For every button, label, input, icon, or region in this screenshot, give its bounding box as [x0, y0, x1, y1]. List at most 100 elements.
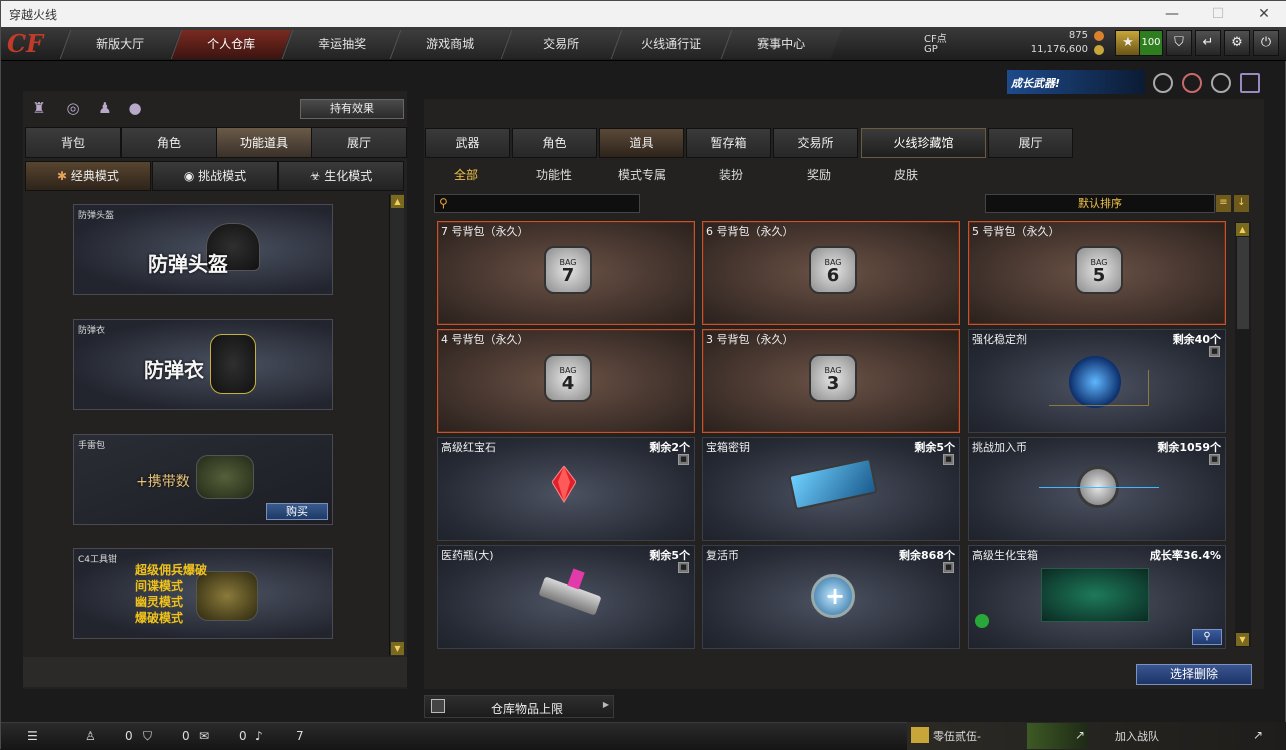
item-card[interactable]: 挑战加入币 剩余1059个 ■ [968, 437, 1226, 541]
gear-icon[interactable]: ⚙ [1224, 30, 1250, 56]
speaker-icon[interactable]: ♪ [255, 729, 263, 743]
item-card[interactable]: 复活币 剩余868个 ■ + [702, 545, 960, 649]
menu-icon[interactable]: ☰ [27, 729, 38, 743]
challenge-icon: ◉ [183, 169, 199, 183]
search-input[interactable]: ⚲ [434, 194, 640, 213]
target-icon[interactable] [1182, 73, 1202, 93]
lock-icon[interactable]: ■ [943, 454, 954, 465]
switch-icon[interactable]: ↵ [1195, 30, 1221, 56]
item-card[interactable]: 4 号背包（永久） BAG 4 [437, 329, 695, 433]
left-footer [23, 657, 407, 687]
close-button[interactable]: ✕ [1241, 1, 1286, 27]
tab-backpack[interactable]: 背包 [25, 127, 121, 158]
team-link-icon[interactable]: ↗ [1075, 728, 1085, 742]
tab-characters[interactable]: 角色 [512, 128, 597, 158]
helmet-card[interactable]: 防弹头盔 防弹头盔 [73, 204, 333, 295]
item-card[interactable]: 5 号背包（永久） BAG 5 [968, 221, 1226, 325]
item-card[interactable]: 3 号背包（永久） BAG 3 [702, 329, 960, 433]
item-card[interactable]: 强化稳定剂 剩余40个 ■ [968, 329, 1226, 433]
subtab-decoration[interactable]: 装扮 [719, 166, 743, 183]
search-icon: ⚲ [439, 196, 448, 210]
external-link-icon[interactable]: ↗ [1253, 728, 1263, 742]
list-view-icon[interactable]: ≡ [1216, 195, 1231, 212]
tab-weapons[interactable]: 武器 [425, 128, 510, 158]
arrow-right-icon: ▶ [602, 700, 609, 709]
lock-icon[interactable]: ■ [678, 562, 689, 573]
nav-tab-events[interactable]: 赛事中心 [720, 30, 842, 59]
emblem-icon[interactable] [1240, 73, 1260, 93]
star-icon[interactable] [1211, 73, 1231, 93]
item-card[interactable]: 宝箱密钥 剩余5个 ■ [702, 437, 960, 541]
left-scrollbar[interactable]: ▲ ▼ [389, 194, 404, 656]
chat-icon[interactable]: ✉ [199, 729, 209, 743]
power-icon[interactable]: ⏻ [1253, 30, 1279, 56]
scroll-down-icon[interactable]: ▼ [391, 642, 404, 655]
scroll-thumb[interactable] [1237, 237, 1249, 329]
subtab-all[interactable]: 全部 [454, 166, 478, 183]
mode-classic[interactable]: ✱ 经典模式 [25, 161, 151, 191]
nav-tab-warehouse[interactable]: 个人仓库 [170, 30, 292, 59]
sort-select[interactable]: 默认排序 [985, 194, 1215, 213]
select-delete-button[interactable]: 选择删除 [1136, 664, 1252, 685]
vest-card[interactable]: 防弹衣 防弹衣 [73, 319, 333, 410]
gp-label: GP [924, 44, 938, 55]
subtab-skin[interactable]: 皮肤 [894, 166, 918, 183]
tab-character[interactable]: 角色 [121, 127, 217, 158]
tab-showroom-right[interactable]: 展厅 [988, 128, 1073, 158]
scroll-up-icon[interactable]: ▲ [391, 195, 404, 208]
magnify-icon[interactable]: ⚲ [1192, 629, 1222, 645]
cf-value: 875 [1068, 30, 1088, 41]
item-card[interactable]: 6 号背包（永久） BAG 6 [702, 221, 960, 325]
replay-icon[interactable]: ◎ [63, 99, 83, 119]
tab-exchange[interactable]: 交易所 [773, 128, 858, 158]
tab-collection[interactable]: 火线珍藏馆 [861, 128, 986, 158]
mode-zombie[interactable]: ☣ 生化模式 [278, 161, 404, 191]
tab-items[interactable]: 道具 [599, 128, 684, 158]
level-badge: 100 [1139, 30, 1163, 56]
badge-icon[interactable] [1153, 73, 1173, 93]
friends-icon[interactable]: ♙ [85, 729, 96, 743]
bag-icon: BAG 7 [544, 246, 592, 294]
lock-icon[interactable]: ■ [1209, 346, 1220, 357]
tab-showroom[interactable]: 展厅 [311, 127, 407, 158]
effect-button[interactable]: 持有效果 [300, 99, 404, 119]
nav-tab-lottery[interactable]: 幸运抽奖 [281, 30, 403, 59]
c4-mode-line: 超级佣兵爆破 [135, 563, 208, 577]
bag-icon: BAG 3 [809, 354, 857, 402]
mode-challenge[interactable]: ◉ 挑战模式 [152, 161, 278, 191]
lock-icon[interactable]: ■ [943, 562, 954, 573]
nav-tab-pass[interactable]: 火线通行证 [610, 30, 732, 59]
subtab-reward[interactable]: 奖励 [807, 166, 831, 183]
zombie-box-icon [1041, 568, 1149, 622]
shield-icon[interactable]: ⛉ [1166, 30, 1192, 56]
scroll-up-icon[interactable]: ▲ [1236, 223, 1249, 236]
stats-icon[interactable]: ♜ [29, 99, 49, 119]
buy-button[interactable]: 购买 [266, 503, 328, 520]
scroll-down-icon[interactable]: ▼ [1236, 633, 1249, 646]
item-card[interactable]: 高级生化宝箱 成长率36.4% ⚲ [968, 545, 1226, 649]
nav-tab-shop[interactable]: 游戏商城 [389, 30, 511, 59]
promo-banner[interactable]: 成长武器! [1007, 70, 1145, 94]
tab-storage[interactable]: 暂存箱 [686, 128, 771, 158]
item-card[interactable]: 高级红宝石 剩余2个 ■ [437, 437, 695, 541]
item-card[interactable]: 7 号背包（永久） BAG 7 [437, 221, 695, 325]
cf-logo[interactable]: CF [7, 29, 65, 59]
storage-limit-button[interactable]: 仓库物品上限 ▶ [424, 695, 614, 718]
item-card[interactable]: 医药瓶(大) 剩余5个 ■ [437, 545, 695, 649]
classic-icon: ✱ [57, 169, 71, 183]
subtab-mode[interactable]: 模式专属 [618, 166, 666, 183]
nav-tab-lobby[interactable]: 新版大厅 [59, 30, 181, 59]
subtab-functional[interactable]: 功能性 [536, 166, 572, 183]
tab-function-items[interactable]: 功能道具 [216, 127, 312, 158]
nav-tab-exchange[interactable]: 交易所 [500, 30, 622, 59]
join-team-button[interactable]: 加入战队 [1115, 728, 1159, 744]
sort-direction-icon[interactable]: ↓ [1234, 195, 1249, 212]
grenade-icon[interactable]: ● [125, 99, 145, 119]
lock-icon[interactable]: ■ [678, 454, 689, 465]
character-icon[interactable]: ♟ [95, 99, 115, 119]
minimize-button[interactable]: — [1149, 1, 1195, 27]
lock-icon[interactable]: ■ [1209, 454, 1220, 465]
clan-icon[interactable]: ⛉ [143, 729, 152, 744]
rank-icon[interactable]: ★ [1115, 30, 1141, 56]
maximize-button[interactable]: ☐ [1195, 1, 1241, 27]
